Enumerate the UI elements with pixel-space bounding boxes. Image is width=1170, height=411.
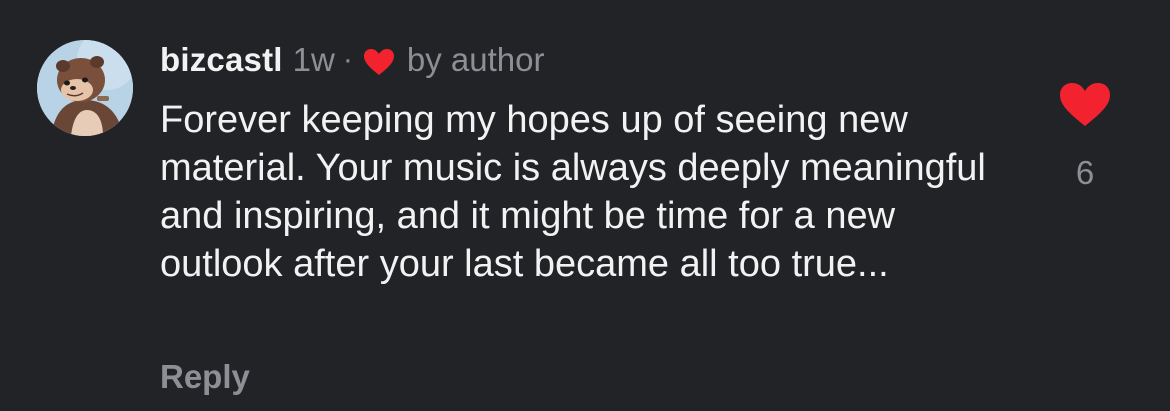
comment-card: bizcastl 1w · by author Forever keeping … (0, 0, 1170, 411)
author-heart-icon (363, 48, 395, 76)
comment-text: Forever keeping my hopes up of seeing ne… (160, 99, 986, 285)
otter-avatar-icon (37, 40, 133, 136)
timestamp: 1w (292, 41, 335, 78)
user-avatar[interactable] (37, 40, 133, 136)
liked-by-author-label: by author (406, 41, 545, 78)
like-heart-icon[interactable] (1059, 82, 1111, 128)
comment-meta: bizcastl 1w · by author (160, 38, 544, 82)
reply-button[interactable]: Reply (160, 358, 250, 396)
username[interactable]: bizcastl (160, 41, 283, 79)
like-count: 6 (1075, 154, 1095, 191)
meta-separator: · (342, 43, 353, 76)
